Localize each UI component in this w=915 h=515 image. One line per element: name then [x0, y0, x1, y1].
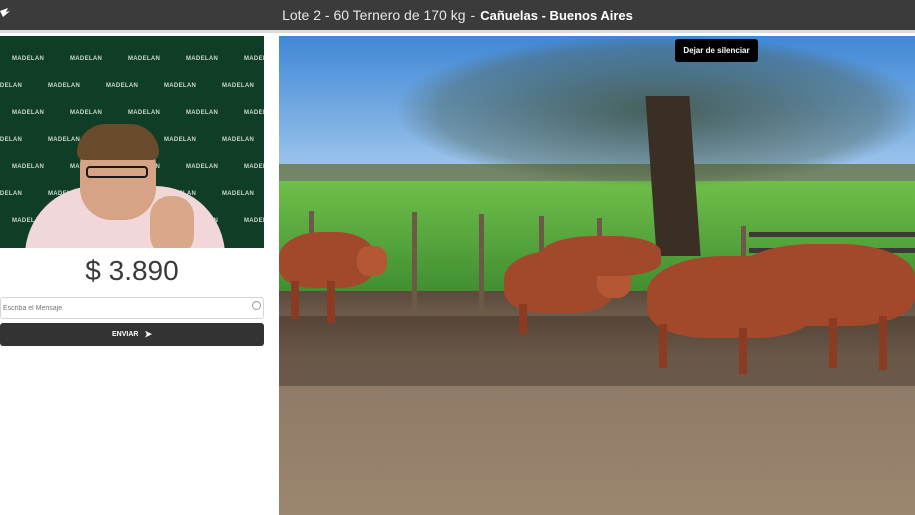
emoji-icon[interactable] [252, 301, 261, 310]
calf-leg [879, 316, 887, 370]
send-button-label: ENVIAR [112, 331, 139, 338]
calf-leg [739, 328, 747, 374]
fence-post [479, 214, 484, 314]
send-button[interactable]: ENVIAR ➤ [0, 323, 264, 346]
calf [541, 236, 661, 276]
backdrop-logo: MADELAN [12, 164, 45, 170]
auctioneer-webcam: MADELAN MADELAN MADELAN MADELAN MADELAN MADEL… [0, 36, 264, 248]
unmute-button[interactable]: Dejar de silenciar [675, 39, 758, 62]
lot-location: Cañuelas - Buenos Aires [480, 7, 633, 23]
fence-post [412, 212, 417, 312]
auctioneer-hand [150, 196, 194, 248]
backdrop-logo: MADELAN [48, 137, 81, 143]
bid-panel: MADELAN MADELAN MADELAN MADELAN MADELAN MADEL… [0, 33, 279, 515]
backdrop-logo: MADELAN [222, 191, 255, 197]
fence-post [741, 226, 746, 256]
backdrop-logo: MADELAN [12, 110, 45, 116]
video-tree-shadow [279, 316, 915, 386]
calf-leg [519, 304, 527, 334]
backdrop-logo: MADELAN [186, 110, 219, 116]
fence-gate-rail [749, 232, 915, 237]
backdrop-logo: MADELAN [164, 83, 197, 89]
backdrop-logo: MADELAN [12, 56, 45, 62]
calf-leg [291, 281, 299, 319]
backdrop-logo: MADELAN [48, 83, 81, 89]
app-logo-icon [0, 8, 10, 17]
calf-leg [829, 318, 837, 368]
title-separator: - [470, 7, 476, 23]
message-input[interactable] [0, 297, 264, 319]
backdrop-logo: MADELAN [222, 83, 255, 89]
backdrop-logo: MADELAN [128, 110, 161, 116]
lot-title: Lote 2 - 60 Ternero de 170 kg [282, 7, 466, 23]
livestock-video[interactable] [279, 36, 915, 515]
calf-leg [659, 324, 667, 368]
backdrop-logo: MADELAN [244, 164, 264, 170]
backdrop-logo: MADELAN [70, 110, 103, 116]
backdrop-logo: MADELAN [186, 56, 219, 62]
title-bar: Lote 2 - 60 Ternero de 170 kg - Cañuelas… [0, 0, 915, 33]
backdrop-logo: MADELAN [186, 164, 219, 170]
backdrop-logo: MADELAN [222, 137, 255, 143]
send-arrow-icon: ➤ [144, 329, 152, 339]
backdrop-logo: MADELAN [0, 83, 23, 89]
backdrop-logo: MADELAN [244, 218, 264, 224]
calf-leg [327, 281, 335, 323]
backdrop-logo: MADELAN [164, 137, 197, 143]
calf [729, 244, 915, 326]
backdrop-logo: MADELAN [0, 191, 23, 197]
backdrop-logo: MADELAN [244, 110, 264, 116]
backdrop-logo: MADELAN [106, 83, 139, 89]
backdrop-logo: MADELAN [70, 56, 103, 62]
current-price: $ 3.890 [85, 255, 179, 286]
backdrop-logo: MADELAN [0, 137, 23, 143]
auctioneer-glasses [86, 166, 148, 178]
auctioneer-hair [77, 124, 159, 160]
backdrop-logo: MADELAN [128, 56, 161, 62]
calf-head [357, 246, 387, 276]
backdrop-logo: MADELAN [244, 56, 264, 62]
